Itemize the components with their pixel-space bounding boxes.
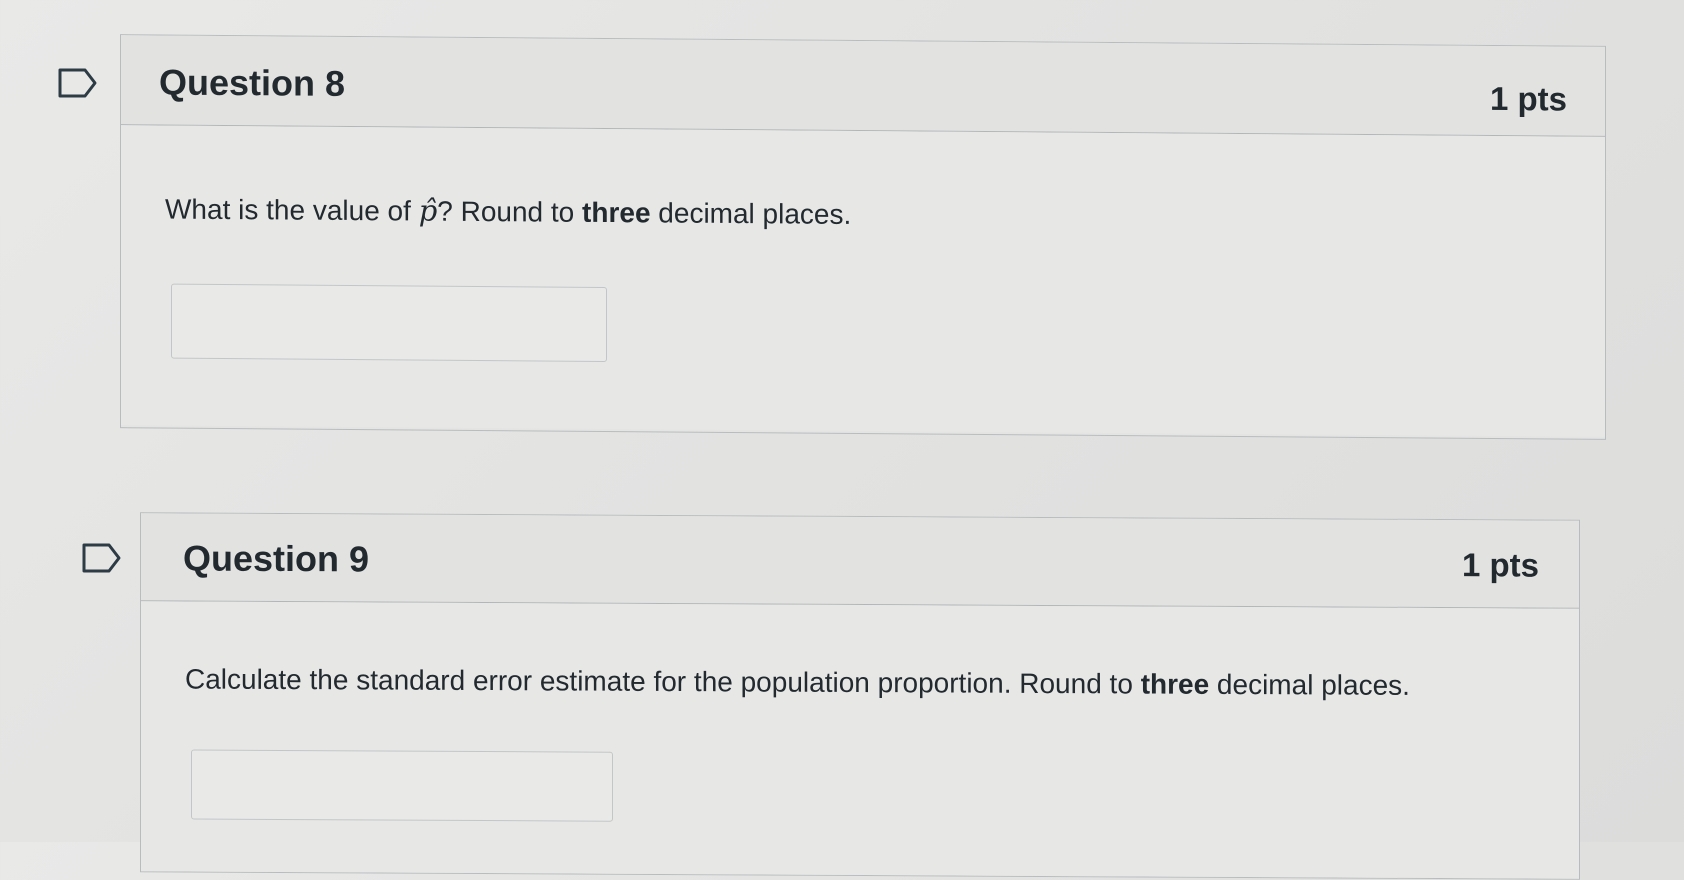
question-title: Question 9 bbox=[183, 537, 370, 580]
question-9-header: Question 9 1 pts bbox=[141, 513, 1579, 609]
flag-question-icon[interactable] bbox=[82, 543, 121, 573]
question-points: 1 pts bbox=[1461, 546, 1539, 584]
question-points: 1 pts bbox=[1489, 79, 1567, 118]
question-text: Calculate the standard error estimate fo… bbox=[185, 663, 1410, 701]
question-9-body: Calculate the standard error estimate fo… bbox=[141, 601, 1579, 879]
question-text-part: decimal places. bbox=[1209, 668, 1410, 701]
flag-question-icon[interactable] bbox=[58, 68, 97, 98]
question-8-card: Question 8 1 pts What is the value of p̂… bbox=[120, 34, 1606, 440]
answer-input[interactable] bbox=[191, 749, 613, 822]
quiz-page: { "questions": [ { "title": "Question 8"… bbox=[0, 0, 1684, 880]
answer-input[interactable] bbox=[171, 283, 607, 362]
question-8-header: Question 8 1 pts bbox=[121, 35, 1605, 137]
question-text-emphasis: three bbox=[1140, 668, 1210, 700]
question-text-part: decimal places. bbox=[650, 197, 852, 230]
question-9-card: Question 9 1 pts Calculate the standard … bbox=[140, 512, 1580, 880]
question-text: What is the value of p̂? Round to three … bbox=[165, 192, 851, 231]
question-text-part: ? Round to bbox=[437, 195, 583, 228]
question-text-part: Calculate the standard error estimate fo… bbox=[185, 663, 1141, 700]
p-hat-symbol: p̂ bbox=[418, 193, 438, 228]
question-text-emphasis: three bbox=[582, 196, 651, 229]
question-text-part: What is the value of bbox=[165, 193, 419, 227]
question-8-body: What is the value of p̂? Round to three … bbox=[121, 125, 1605, 437]
question-title: Question 8 bbox=[159, 61, 346, 104]
